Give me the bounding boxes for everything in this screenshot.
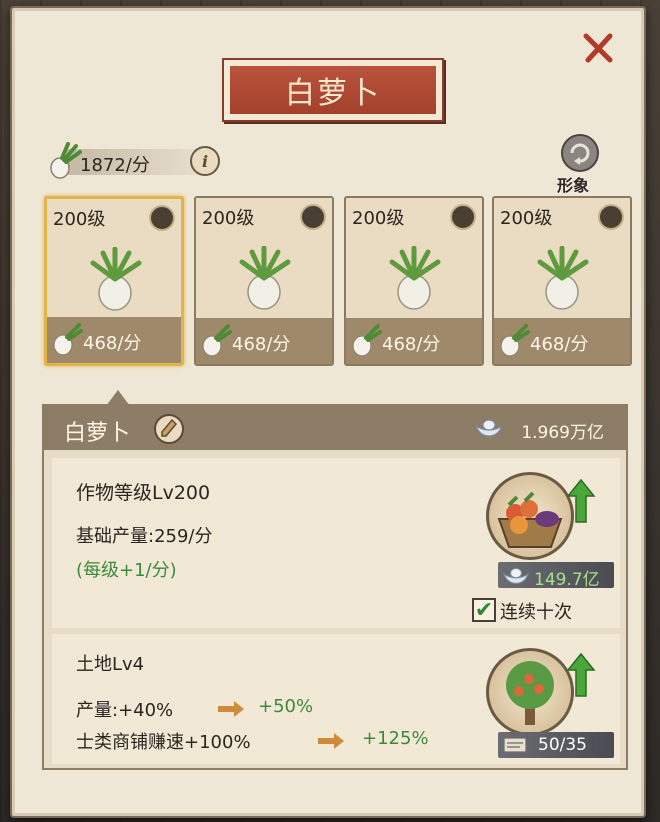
land-level-label: 土地Lv4 bbox=[76, 654, 145, 675]
appearance-icon bbox=[561, 134, 599, 172]
radish-icon bbox=[53, 323, 83, 356]
card-output: 468/分 bbox=[382, 334, 441, 355]
land-output-next: +50% bbox=[258, 696, 314, 717]
land-upgrade-button[interactable] bbox=[486, 648, 574, 736]
crop-level-label: 作物等级Lv200 bbox=[76, 482, 211, 504]
rate-value: 1872/分 bbox=[80, 155, 150, 176]
card-footer: 468/分 bbox=[346, 318, 482, 364]
card-level: 200级 bbox=[500, 208, 553, 229]
crop-card-4[interactable]: 200级 468/分 bbox=[492, 196, 632, 366]
title-plate: 白萝卜 bbox=[222, 58, 444, 122]
badge-icon bbox=[300, 204, 326, 230]
page-title: 白萝卜 bbox=[285, 76, 381, 111]
info-icon: i bbox=[201, 151, 209, 171]
card-level: 200级 bbox=[352, 208, 405, 229]
upgrade-arrow-icon bbox=[566, 652, 596, 697]
rename-button[interactable] bbox=[154, 414, 184, 444]
check-icon: ✔ bbox=[474, 597, 494, 623]
silver-ingot-icon bbox=[474, 419, 504, 437]
radish-icon bbox=[537, 246, 589, 310]
card-output: 468/分 bbox=[232, 334, 291, 355]
silver-ingot-icon bbox=[502, 567, 530, 584]
land-upgrade-progress: 50/35 bbox=[498, 732, 614, 758]
radish-icon bbox=[90, 247, 142, 311]
card-footer: 468/分 bbox=[196, 318, 332, 364]
badge-icon bbox=[598, 204, 624, 230]
crop-detail-panel: 白萝卜 1.969万亿 作物等级Lv200 基础产量:259/分 (每级+1/分… bbox=[42, 404, 628, 770]
card-level: 200级 bbox=[202, 208, 255, 229]
radish-icon bbox=[50, 142, 82, 179]
appearance-label: 形象 bbox=[557, 176, 590, 195]
crop-level-section: 作物等级Lv200 基础产量:259/分 (每级+1/分) 149.7亿 ✔ 连… bbox=[52, 458, 620, 628]
crop-card-1[interactable]: 200级 468/分 bbox=[44, 196, 184, 366]
radish-icon bbox=[352, 324, 382, 357]
progress-value: 50/35 bbox=[538, 735, 587, 755]
radish-icon bbox=[202, 324, 232, 357]
silver-total: 1.969万亿 bbox=[521, 423, 604, 443]
card-footer: 468/分 bbox=[47, 317, 181, 363]
badge-icon bbox=[450, 204, 476, 230]
detail-crop-name: 白萝卜 bbox=[64, 421, 131, 446]
radish-icon bbox=[500, 324, 530, 357]
radish-icon bbox=[389, 246, 441, 310]
fruit-tree-icon bbox=[506, 661, 554, 725]
shop-speed-label: 士类商铺赚速+100% bbox=[76, 732, 251, 753]
refresh-icon bbox=[570, 143, 590, 165]
card-level: 200级 bbox=[53, 209, 106, 230]
land-output-label: 产量:+40% bbox=[76, 700, 174, 721]
repeat-ten-label: 连续十次 bbox=[500, 602, 572, 623]
arrow-right-icon bbox=[218, 701, 244, 717]
appearance-button[interactable]: 形象 bbox=[553, 134, 607, 196]
card-footer: 468/分 bbox=[494, 318, 630, 364]
cost-value: 149.7亿 bbox=[534, 570, 600, 590]
info-button[interactable]: i bbox=[190, 146, 220, 176]
vegetable-basket-icon bbox=[497, 491, 563, 548]
pencil-icon bbox=[161, 418, 178, 437]
title-plate-inner: 白萝卜 bbox=[230, 66, 436, 114]
detail-header: 白萝卜 1.969万亿 bbox=[44, 406, 626, 450]
crop-card-list: 200级 468/分 200级 468/分 200级 468/分 200级 46… bbox=[44, 196, 634, 366]
badge-icon bbox=[149, 205, 175, 231]
crop-upgrade-button[interactable] bbox=[486, 472, 574, 560]
close-icon[interactable] bbox=[580, 30, 616, 66]
base-output: 基础产量:259/分 bbox=[76, 526, 213, 547]
crop-upgrade-cost: 149.7亿 bbox=[498, 562, 614, 590]
upgrade-arrow-icon bbox=[566, 478, 596, 523]
land-deed-icon bbox=[503, 737, 527, 753]
card-output: 468/分 bbox=[530, 334, 589, 355]
repeat-ten-checkbox[interactable]: ✔ bbox=[472, 597, 496, 623]
card-output: 468/分 bbox=[83, 333, 142, 354]
per-level-bonus: (每级+1/分) bbox=[76, 560, 177, 581]
radish-icon bbox=[239, 246, 291, 310]
land-level-section: 土地Lv4 产量:+40% +50% 士类商铺赚速+100% +125% 50/… bbox=[52, 634, 620, 764]
production-rate: 1872/分 i bbox=[46, 142, 228, 179]
shop-speed-next: +125% bbox=[362, 728, 429, 749]
crop-card-3[interactable]: 200级 468/分 bbox=[344, 196, 484, 366]
crop-card-2[interactable]: 200级 468/分 bbox=[194, 196, 334, 366]
arrow-right-icon bbox=[318, 733, 344, 749]
